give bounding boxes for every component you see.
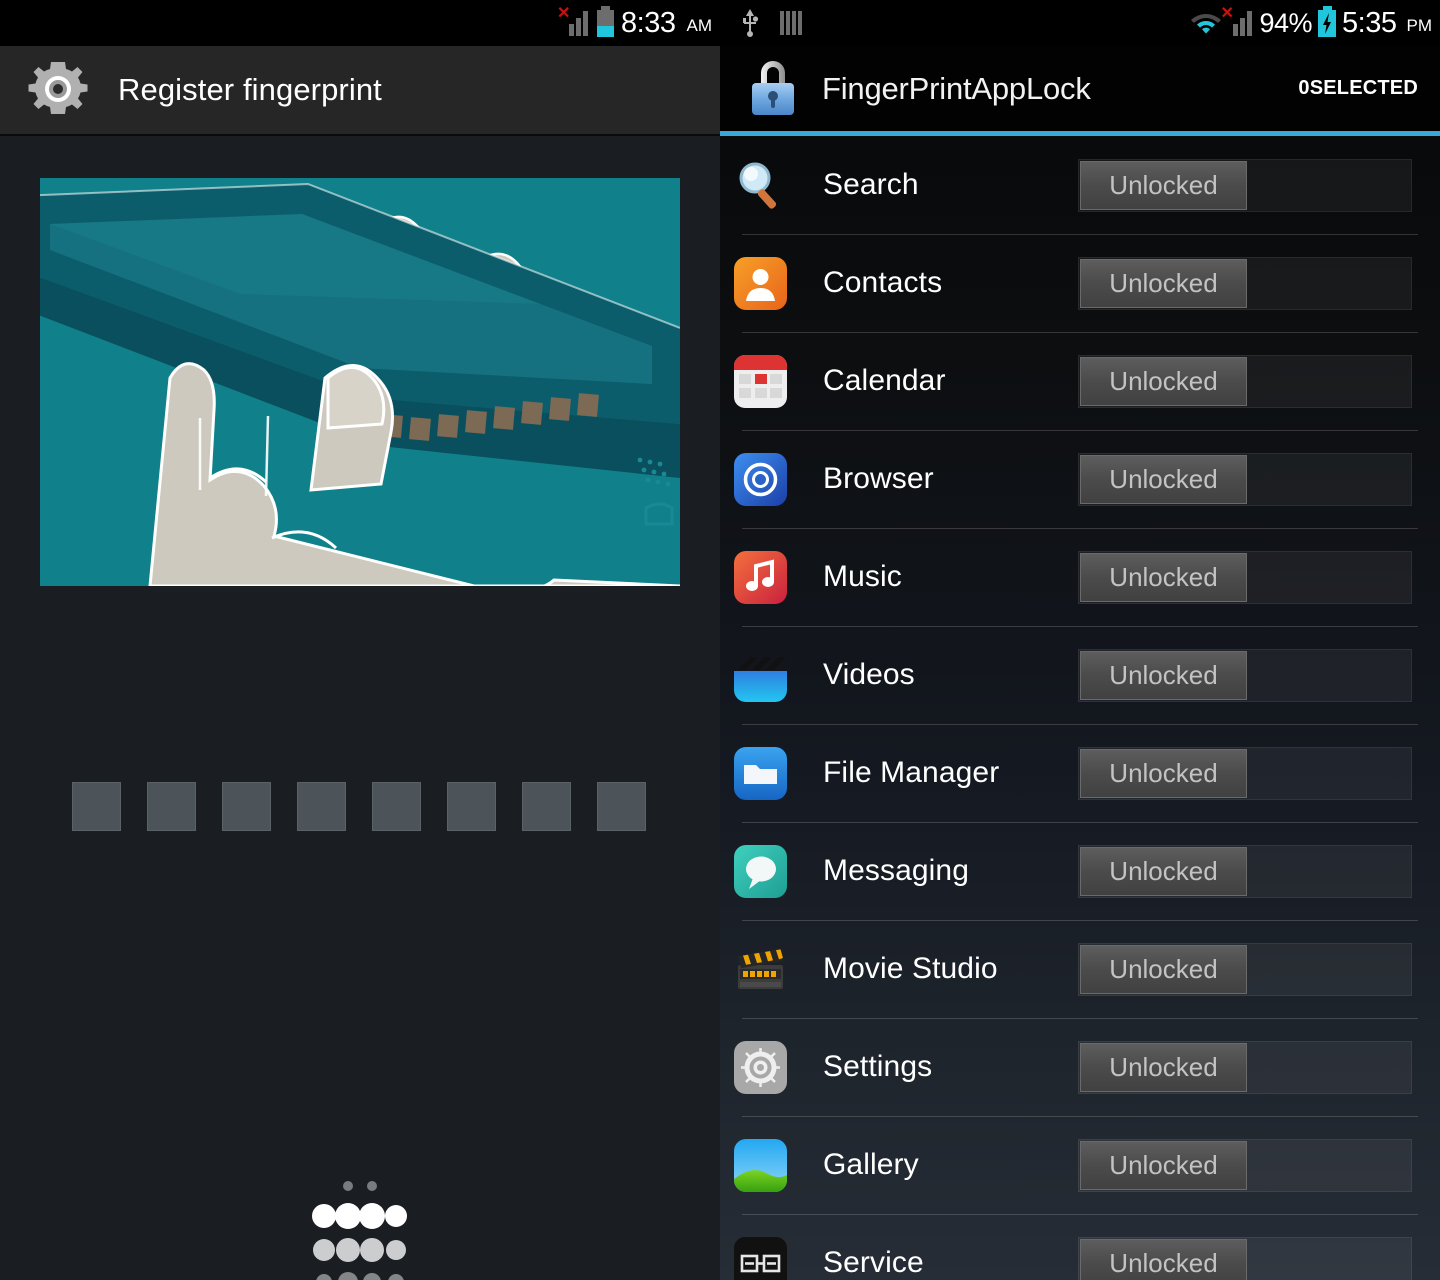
app-name-label: Service bbox=[823, 1246, 924, 1279]
sim-card-icon bbox=[780, 11, 802, 35]
app-row-contacts[interactable]: Contacts Unlocked bbox=[720, 234, 1440, 332]
app-title: FingerPrintAppLock bbox=[822, 70, 1091, 106]
toggle-state-label: Unlocked bbox=[1109, 953, 1218, 984]
selected-count-label: 0SELECTED bbox=[1298, 77, 1418, 99]
app-row-messaging[interactable]: Messaging Unlocked bbox=[720, 822, 1440, 920]
toggle-state-label: Unlocked bbox=[1109, 1149, 1218, 1180]
lock-toggle-music[interactable]: Unlocked bbox=[1078, 550, 1412, 604]
app-row-videos[interactable]: Videos Unlocked bbox=[720, 626, 1440, 724]
gear-icon bbox=[734, 1040, 787, 1094]
status-clock-right: 5:35 bbox=[1342, 6, 1397, 39]
status-bar-right-half: ✕ 94% 5:35 PM bbox=[720, 0, 1440, 46]
lock-toggle-messaging[interactable]: Unlocked bbox=[1078, 844, 1412, 898]
lock-toggle-file-manager[interactable]: Unlocked bbox=[1078, 746, 1412, 800]
app-row-calendar[interactable]: Calendar Unlocked bbox=[720, 332, 1440, 430]
fingerprint-dot-matrix-icon bbox=[310, 1174, 430, 1280]
toggle-state-label: Unlocked bbox=[1109, 757, 1218, 788]
progress-step bbox=[522, 782, 571, 831]
enrollment-progress-steps bbox=[72, 782, 646, 831]
app-name-label: Messaging bbox=[823, 854, 969, 887]
status-clock-left: 8:33 bbox=[621, 6, 676, 39]
lock-toggle-videos[interactable]: Unlocked bbox=[1078, 648, 1412, 702]
app-name-label: File Manager bbox=[823, 756, 1000, 789]
app-name-label: Browser bbox=[823, 462, 934, 495]
progress-step bbox=[447, 782, 496, 831]
toggle-state-label: Unlocked bbox=[1109, 1247, 1218, 1278]
speech-bubble-icon bbox=[734, 844, 787, 898]
app-name-label: Contacts bbox=[823, 266, 943, 299]
applock-header: FingerPrintAppLock 0SELECTED bbox=[720, 46, 1440, 136]
contacts-icon bbox=[734, 256, 787, 310]
register-fingerprint-header: Register fingerprint bbox=[0, 46, 720, 136]
lock-toggle-settings[interactable]: Unlocked bbox=[1078, 1040, 1412, 1094]
lock-toggle-service[interactable]: Unlocked bbox=[1078, 1236, 1412, 1280]
lock-toggle-gallery[interactable]: Unlocked bbox=[1078, 1138, 1412, 1192]
app-name-label: Search bbox=[823, 168, 919, 201]
app-lock-list: Search Unlocked Contacts Unlocked Calend… bbox=[720, 136, 1440, 1280]
calendar-icon bbox=[734, 354, 787, 408]
toggle-state-label: Unlocked bbox=[1109, 463, 1218, 494]
toggle-state-label: Unlocked bbox=[1109, 855, 1218, 886]
device-screen: ✕ 8:33 AM ✕ 94% 5:35 PM Register fingerp… bbox=[0, 0, 1440, 1280]
battery-charging-icon bbox=[1318, 5, 1337, 37]
progress-step bbox=[222, 782, 271, 831]
wifi-icon bbox=[1190, 11, 1221, 35]
toggle-state-label: Unlocked bbox=[1109, 169, 1218, 200]
fingerprint-applock-panel: FingerPrintAppLock 0SELECTED Search Unlo… bbox=[720, 46, 1440, 1280]
usb-icon bbox=[740, 9, 760, 37]
app-name-label: Settings bbox=[823, 1050, 933, 1083]
app-row-file-manager[interactable]: File Manager Unlocked bbox=[720, 724, 1440, 822]
app-row-service[interactable]: Service Unlocked bbox=[720, 1214, 1440, 1280]
app-row-movie-studio[interactable]: Movie Studio Unlocked bbox=[720, 920, 1440, 1018]
app-row-browser[interactable]: Browser Unlocked bbox=[720, 430, 1440, 528]
lock-toggle-search[interactable]: Unlocked bbox=[1078, 158, 1412, 212]
app-row-settings[interactable]: Settings Unlocked bbox=[720, 1018, 1440, 1116]
hand-holding-phone-fingerprint-sensor-illustration bbox=[40, 178, 680, 586]
app-row-search[interactable]: Search Unlocked bbox=[720, 136, 1440, 234]
split-screen-container: Register fingerprint FingerPrintAppLock … bbox=[0, 46, 1440, 1280]
page-title: Register fingerprint bbox=[118, 72, 382, 107]
status-bar-left-half: ✕ 8:33 AM bbox=[0, 0, 720, 46]
padlock-icon bbox=[746, 56, 800, 121]
progress-step bbox=[72, 782, 121, 831]
fingerprint-illustration-container bbox=[0, 136, 720, 586]
toggle-state-label: Unlocked bbox=[1109, 267, 1218, 298]
battery-icon bbox=[597, 5, 615, 37]
app-row-music[interactable]: Music Unlocked bbox=[720, 528, 1440, 626]
app-name-label: Movie Studio bbox=[823, 952, 998, 985]
browser-icon bbox=[734, 452, 787, 506]
status-meridiem-right: PM bbox=[1406, 16, 1433, 35]
toggle-state-label: Unlocked bbox=[1109, 659, 1218, 690]
app-name-label: Calendar bbox=[823, 364, 946, 397]
music-note-icon bbox=[734, 550, 787, 604]
lock-toggle-browser[interactable]: Unlocked bbox=[1078, 452, 1412, 506]
status-meridiem-left: AM bbox=[686, 16, 713, 35]
landscape-icon bbox=[734, 1138, 787, 1192]
lock-toggle-contacts[interactable]: Unlocked bbox=[1078, 256, 1412, 310]
app-name-label: Videos bbox=[823, 658, 915, 691]
progress-step bbox=[147, 782, 196, 831]
magnifier-icon bbox=[734, 159, 787, 212]
service-icon bbox=[734, 1236, 787, 1280]
app-name-label: Music bbox=[823, 560, 902, 593]
battery-percent-label: 94% bbox=[1259, 7, 1313, 38]
gear-icon bbox=[26, 56, 90, 125]
status-bar: ✕ 8:33 AM ✕ 94% 5:35 PM bbox=[0, 0, 1440, 46]
progress-step bbox=[597, 782, 646, 831]
lock-toggle-calendar[interactable]: Unlocked bbox=[1078, 354, 1412, 408]
toggle-state-label: Unlocked bbox=[1109, 561, 1218, 592]
app-row-gallery[interactable]: Gallery Unlocked bbox=[720, 1116, 1440, 1214]
app-name-label: Gallery bbox=[823, 1148, 919, 1181]
progress-step bbox=[297, 782, 346, 831]
signal-bars-no-service-icon: ✕ bbox=[557, 6, 590, 36]
lock-toggle-movie-studio[interactable]: Unlocked bbox=[1078, 942, 1412, 996]
signal-bars-no-service-icon-right: ✕ bbox=[1221, 6, 1254, 36]
register-fingerprint-panel: Register fingerprint bbox=[0, 46, 720, 1280]
toggle-state-label: Unlocked bbox=[1109, 365, 1218, 396]
folder-icon bbox=[734, 746, 787, 800]
progress-step bbox=[372, 782, 421, 831]
clapperboard-icon bbox=[734, 943, 787, 996]
video-clapper-icon bbox=[734, 649, 787, 702]
toggle-state-label: Unlocked bbox=[1109, 1051, 1218, 1082]
